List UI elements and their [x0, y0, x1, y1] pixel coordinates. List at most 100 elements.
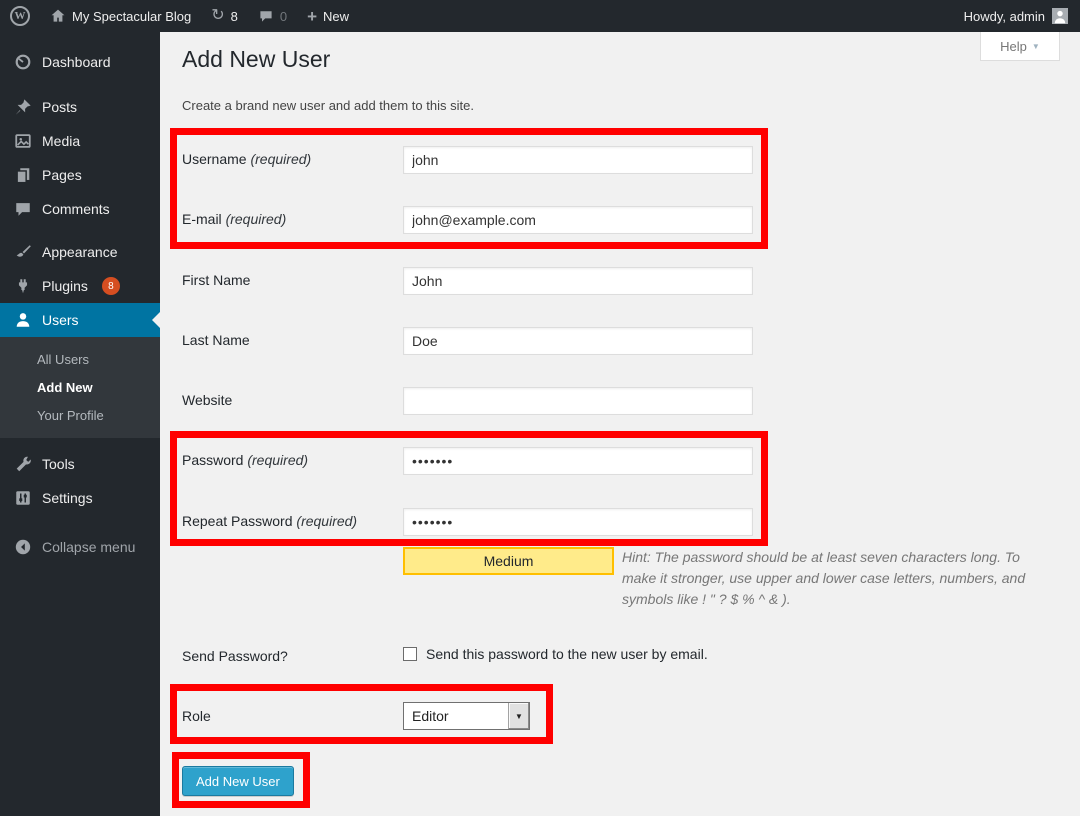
submenu-label: Add New — [37, 380, 93, 395]
page-description: Create a brand new user and add them to … — [182, 98, 474, 113]
sidebar-label: Settings — [42, 490, 93, 506]
sidebar-label: Comments — [42, 201, 110, 217]
sidebar-item-plugins[interactable]: Plugins 8 — [0, 269, 160, 303]
help-button[interactable]: Help ▼ — [980, 32, 1060, 61]
select-dropdown-arrow-icon: ▼ — [508, 703, 529, 729]
last-name-input[interactable] — [403, 327, 753, 355]
submenu-item-all-users[interactable]: All Users — [0, 345, 160, 373]
sidebar-label: Collapse menu — [42, 539, 135, 555]
sidebar-label: Plugins — [42, 278, 88, 294]
menu-separator — [0, 226, 160, 235]
updates-menu[interactable]: ↻ 8 — [201, 0, 248, 32]
home-icon — [50, 8, 66, 24]
dashboard-icon — [13, 53, 33, 71]
sidebar-label: Tools — [42, 456, 75, 472]
sidebar-item-collapse-menu[interactable]: Collapse menu — [0, 530, 160, 564]
howdy-label: Howdy, admin — [964, 9, 1045, 24]
wordpress-logo-icon: W — [10, 6, 30, 26]
label-text: E-mail — [182, 211, 222, 227]
send-password-label: Send Password? — [182, 648, 288, 664]
sidebar-label: Pages — [42, 167, 82, 183]
site-name-menu[interactable]: My Spectacular Blog — [40, 0, 201, 32]
email-input[interactable] — [403, 206, 753, 234]
website-label: Website — [182, 392, 232, 408]
sidebar-label: Dashboard — [42, 54, 111, 70]
sidebar-item-appearance[interactable]: Appearance — [0, 235, 160, 269]
new-label: New — [323, 9, 349, 24]
updates-icon: ↻ — [211, 8, 224, 24]
sidebar-item-dashboard[interactable]: Dashboard — [0, 45, 160, 79]
send-password-row: Send this password to the new user by em… — [403, 646, 708, 662]
submenu-item-add-new[interactable]: Add New — [0, 373, 160, 401]
sidebar-label: Appearance — [42, 244, 118, 260]
sidebar-item-pages[interactable]: Pages — [0, 158, 160, 192]
sidebar-item-comments[interactable]: Comments — [0, 192, 160, 226]
username-input[interactable] — [403, 146, 753, 174]
wordpress-logo-menu[interactable]: W — [0, 0, 40, 32]
required-hint: (required) — [296, 513, 357, 529]
last-name-label: Last Name — [182, 332, 250, 348]
send-password-checkbox-label: Send this password to the new user by em… — [426, 646, 708, 662]
required-hint: (required) — [250, 151, 311, 167]
submenu-item-your-profile[interactable]: Your Profile — [0, 401, 160, 429]
password-input[interactable] — [403, 447, 753, 475]
label-text: First Name — [182, 272, 250, 288]
first-name-label: First Name — [182, 272, 250, 288]
required-hint: (required) — [226, 211, 287, 227]
updates-count: 8 — [231, 9, 238, 24]
admin-sidebar: Dashboard Posts Media Pages — [0, 32, 160, 816]
label-text: Repeat Password — [182, 513, 293, 529]
avatar — [1052, 8, 1068, 24]
menu-separator — [0, 438, 160, 447]
sidebar-item-media[interactable]: Media — [0, 124, 160, 158]
brush-icon — [13, 243, 33, 261]
username-label: Username (required) — [182, 151, 311, 167]
wrench-icon — [13, 455, 33, 473]
submenu-label: All Users — [37, 352, 89, 367]
password-strength-meter: Medium — [403, 547, 614, 575]
plus-icon: + — [307, 8, 317, 25]
website-input[interactable] — [403, 387, 753, 415]
current-menu-arrow — [152, 312, 160, 328]
wordpress-admin-page: W My Spectacular Blog ↻ 8 0 + New — [0, 0, 1080, 816]
collapse-arrow-icon — [13, 538, 33, 556]
sidebar-label: Posts — [42, 99, 77, 115]
pushpin-icon — [13, 98, 33, 116]
comment-bubble-icon — [258, 8, 274, 24]
menu-separator — [0, 79, 160, 90]
sidebar-item-posts[interactable]: Posts — [0, 90, 160, 124]
password-hint-block: Medium Hint: The password should be at l… — [403, 547, 1031, 610]
label-text: Password — [182, 452, 243, 468]
help-label: Help — [1000, 39, 1027, 54]
sidebar-item-users[interactable]: Users — [0, 303, 160, 337]
admin-bar: W My Spectacular Blog ↻ 8 0 + New — [0, 0, 1080, 32]
new-content-menu[interactable]: + New — [297, 0, 359, 32]
add-new-user-button[interactable]: Add New User — [182, 766, 294, 796]
media-icon — [13, 132, 33, 150]
label-text: Last Name — [182, 332, 250, 348]
repeat-password-label: Repeat Password (required) — [182, 513, 357, 529]
settings-sliders-icon — [13, 489, 33, 507]
comments-menu[interactable]: 0 — [248, 0, 297, 32]
label-text: Website — [182, 392, 232, 408]
role-selected-value: Editor — [404, 708, 508, 724]
caret-down-icon: ▼ — [1032, 42, 1040, 51]
main-content: Help ▼ Add New User Create a brand new u… — [160, 32, 1080, 816]
pages-icon — [13, 166, 33, 184]
sidebar-item-tools[interactable]: Tools — [0, 447, 160, 481]
user-icon — [13, 311, 33, 329]
required-hint: (required) — [247, 452, 308, 468]
label-text: Send Password? — [182, 648, 288, 664]
role-select[interactable]: Editor ▼ — [403, 702, 530, 730]
send-password-checkbox[interactable] — [403, 647, 417, 661]
label-text: Username — [182, 151, 247, 167]
my-account-menu[interactable]: Howdy, admin — [964, 0, 1080, 32]
sidebar-item-settings[interactable]: Settings — [0, 481, 160, 515]
users-submenu: All Users Add New Your Profile — [0, 337, 160, 438]
page-title: Add New User — [182, 46, 330, 73]
role-label: Role — [182, 708, 211, 724]
repeat-password-input[interactable] — [403, 508, 753, 536]
sidebar-label: Media — [42, 133, 80, 149]
plugins-update-badge: 8 — [102, 277, 120, 295]
first-name-input[interactable] — [403, 267, 753, 295]
